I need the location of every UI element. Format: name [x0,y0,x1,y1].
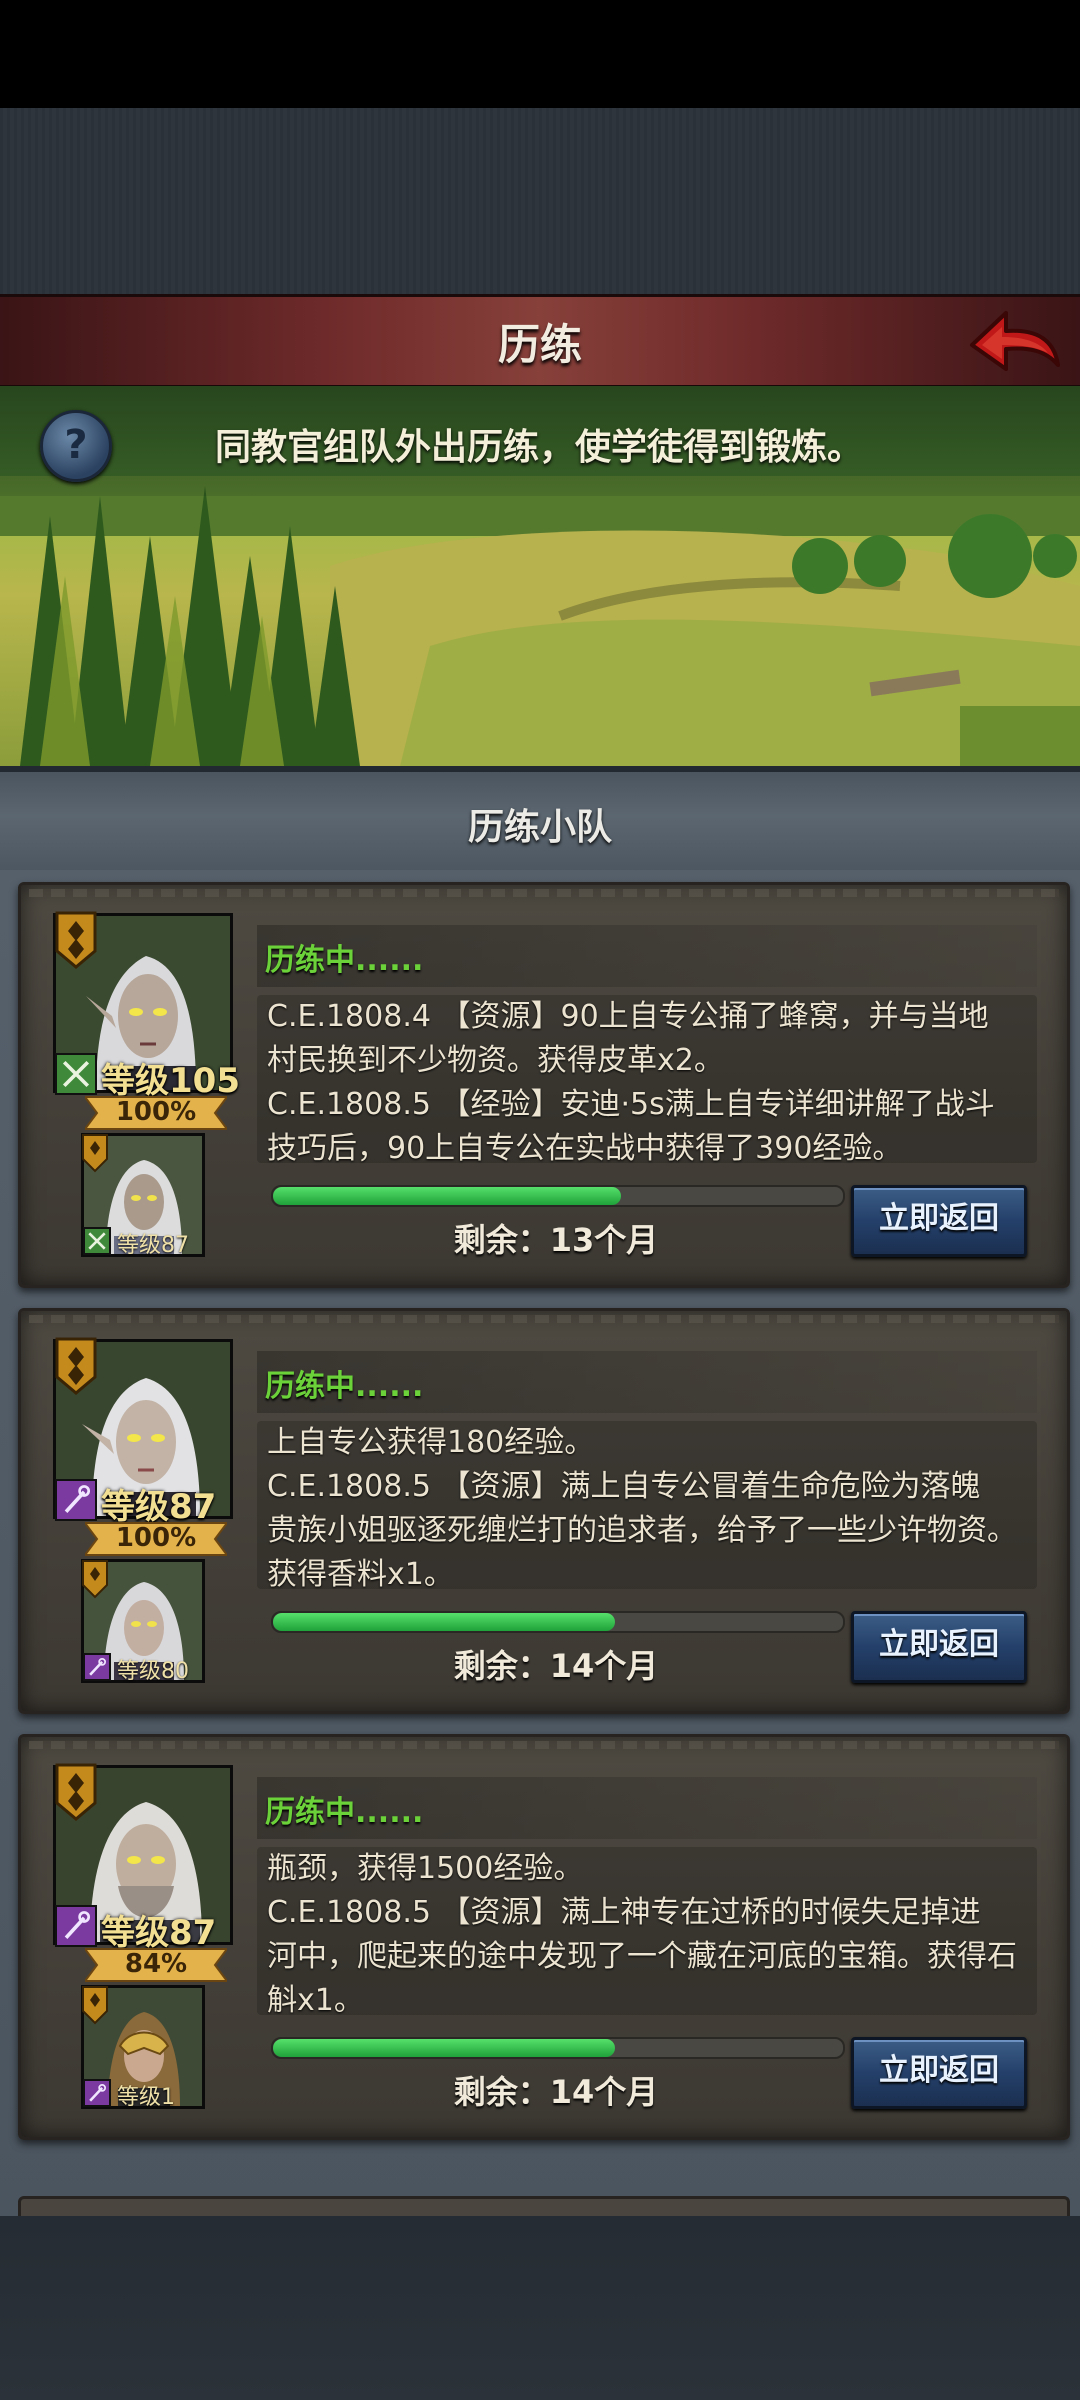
mini-staff-icon [83,1653,111,1681]
log-line: 技巧后，90上自专公在实战中获得了390经验。 [267,1131,903,1166]
progress-bar [271,2037,845,2059]
progress-fill [273,1187,621,1205]
return-now-button[interactable]: 立即返回 [851,2037,1027,2109]
mini-rank-badge-icon [82,1134,108,1173]
log-line: C.E.1808.4 【资源】90上自专公捅了蜂窝，并与当地 [267,999,989,1034]
training-status: 历练中...... [265,1369,424,1404]
card-edge [29,1315,1059,1323]
page-title: 历练 [497,320,582,369]
training-card: 等级87 100% 等级80 历练中...... 上自专公获得180经验。 C.… [18,1308,1070,1714]
progress-fill [273,1613,615,1631]
apprentice-level: 等级80 [117,1659,189,1684]
team-list: 等级105 100% 等级87 历练中...... C.E.1808.4 【资源… [0,870,1080,2216]
status-label-bar: 历练中...... [257,1351,1037,1413]
staff-icon [55,1905,97,1947]
apprentice-level: 等级87 [117,1233,189,1258]
section-title: 历练小队 [467,807,612,848]
event-log: C.E.1808.4 【资源】90上自专公捅了蜂窝，并与当地 村民换到不少物资。… [257,995,1037,1166]
card-edge [29,1741,1059,1749]
status-label-bar: 历练中...... [257,925,1037,987]
progress-fill [273,2039,615,2057]
mini-crossed-swords-icon [83,1227,111,1255]
completion-percent: 100% [115,1523,197,1553]
log-line: 瓶颈，获得1500经验。 [267,1851,584,1886]
question-mark-icon[interactable]: ? [40,410,112,482]
return-now-button[interactable]: 立即返回 [851,1185,1027,1257]
progress-bar [271,1611,845,1633]
staff-icon [55,1479,97,1521]
training-card: 等级105 100% 等级87 历练中...... C.E.1808.4 【资源… [18,882,1070,1288]
mini-rank-badge-icon [82,1986,108,2025]
section-header: 历练小队 [0,772,1080,882]
log-line: C.E.1808.5 【资源】满上神专在过桥的时候失足掉进 [267,1895,981,1930]
log-line: 河中，爬起来的途中发现了一个藏在河底的宝箱。获得石 [267,1939,1017,1974]
rank-badge-icon [55,1337,97,1395]
log-line: C.E.1808.5 【经验】安迪·5s满上自专详细讲解了战斗 [267,1087,995,1122]
log-line: 获得香料x1。 [267,1557,454,1592]
top-background [0,108,1080,294]
remaining-time: 剩余：14个月 [453,1647,659,1685]
event-log: 瓶颈，获得1500经验。 C.E.1808.5 【资源】满上神专在过桥的时候失足… [257,1847,1037,2018]
banner-caption: 同教官组队外出历练，使学徒得到锻炼。 [215,427,864,468]
mini-rank-badge-icon [82,1560,108,1599]
rank-badge-icon [55,911,97,969]
training-status: 历练中...... [265,943,424,978]
return-now-button[interactable]: 立即返回 [851,1611,1027,1683]
card-edge [29,889,1059,897]
training-banner: ? 同教官组队外出历练，使学徒得到锻炼。 [0,386,1080,766]
training-card: 等级87 84% 等级1 历练中...... 瓶颈，获得1500经验。 C.E.… [18,1734,1070,2140]
log-line: 贵族小姐驱逐死缠烂打的追求者，给予了一些少许物资。 [267,1513,1017,1548]
log-line: C.E.1808.5 【资源】满上自专公冒着生命危险为落魄 [267,1469,981,1504]
training-status: 历练中...... [265,1795,424,1830]
log-line: 村民换到不少物资。获得皮革x2。 [267,1043,724,1078]
rank-badge-icon [55,1763,97,1821]
remaining-time: 剩余：13个月 [453,1221,659,1259]
crossed-swords-icon [55,1053,97,1095]
bottom-background [0,2216,1080,2400]
back-arrow-icon [970,311,1060,371]
title-bar: 历练 [0,294,1080,389]
status-bar [0,0,1080,108]
event-log: 上自专公获得180经验。 C.E.1808.5 【资源】满上自专公冒着生命危险为… [257,1421,1037,1592]
apprentice-level: 等级1 [117,2085,175,2110]
log-line: 上自专公获得180经验。 [267,1425,595,1460]
back-button[interactable] [966,303,1062,379]
mini-staff-icon [83,2079,111,2107]
status-label-bar: 历练中...... [257,1777,1037,1839]
remaining-time: 剩余：14个月 [453,2073,659,2111]
completion-percent: 100% [115,1097,197,1127]
log-line: 斛x1。 [267,1983,364,2018]
page: 历练 ? 同教官组队外出历练，使学徒得到锻炼。 历练小队 等级105 100% … [0,0,1080,2400]
completion-percent: 84% [124,1949,188,1979]
progress-bar [271,1185,845,1207]
